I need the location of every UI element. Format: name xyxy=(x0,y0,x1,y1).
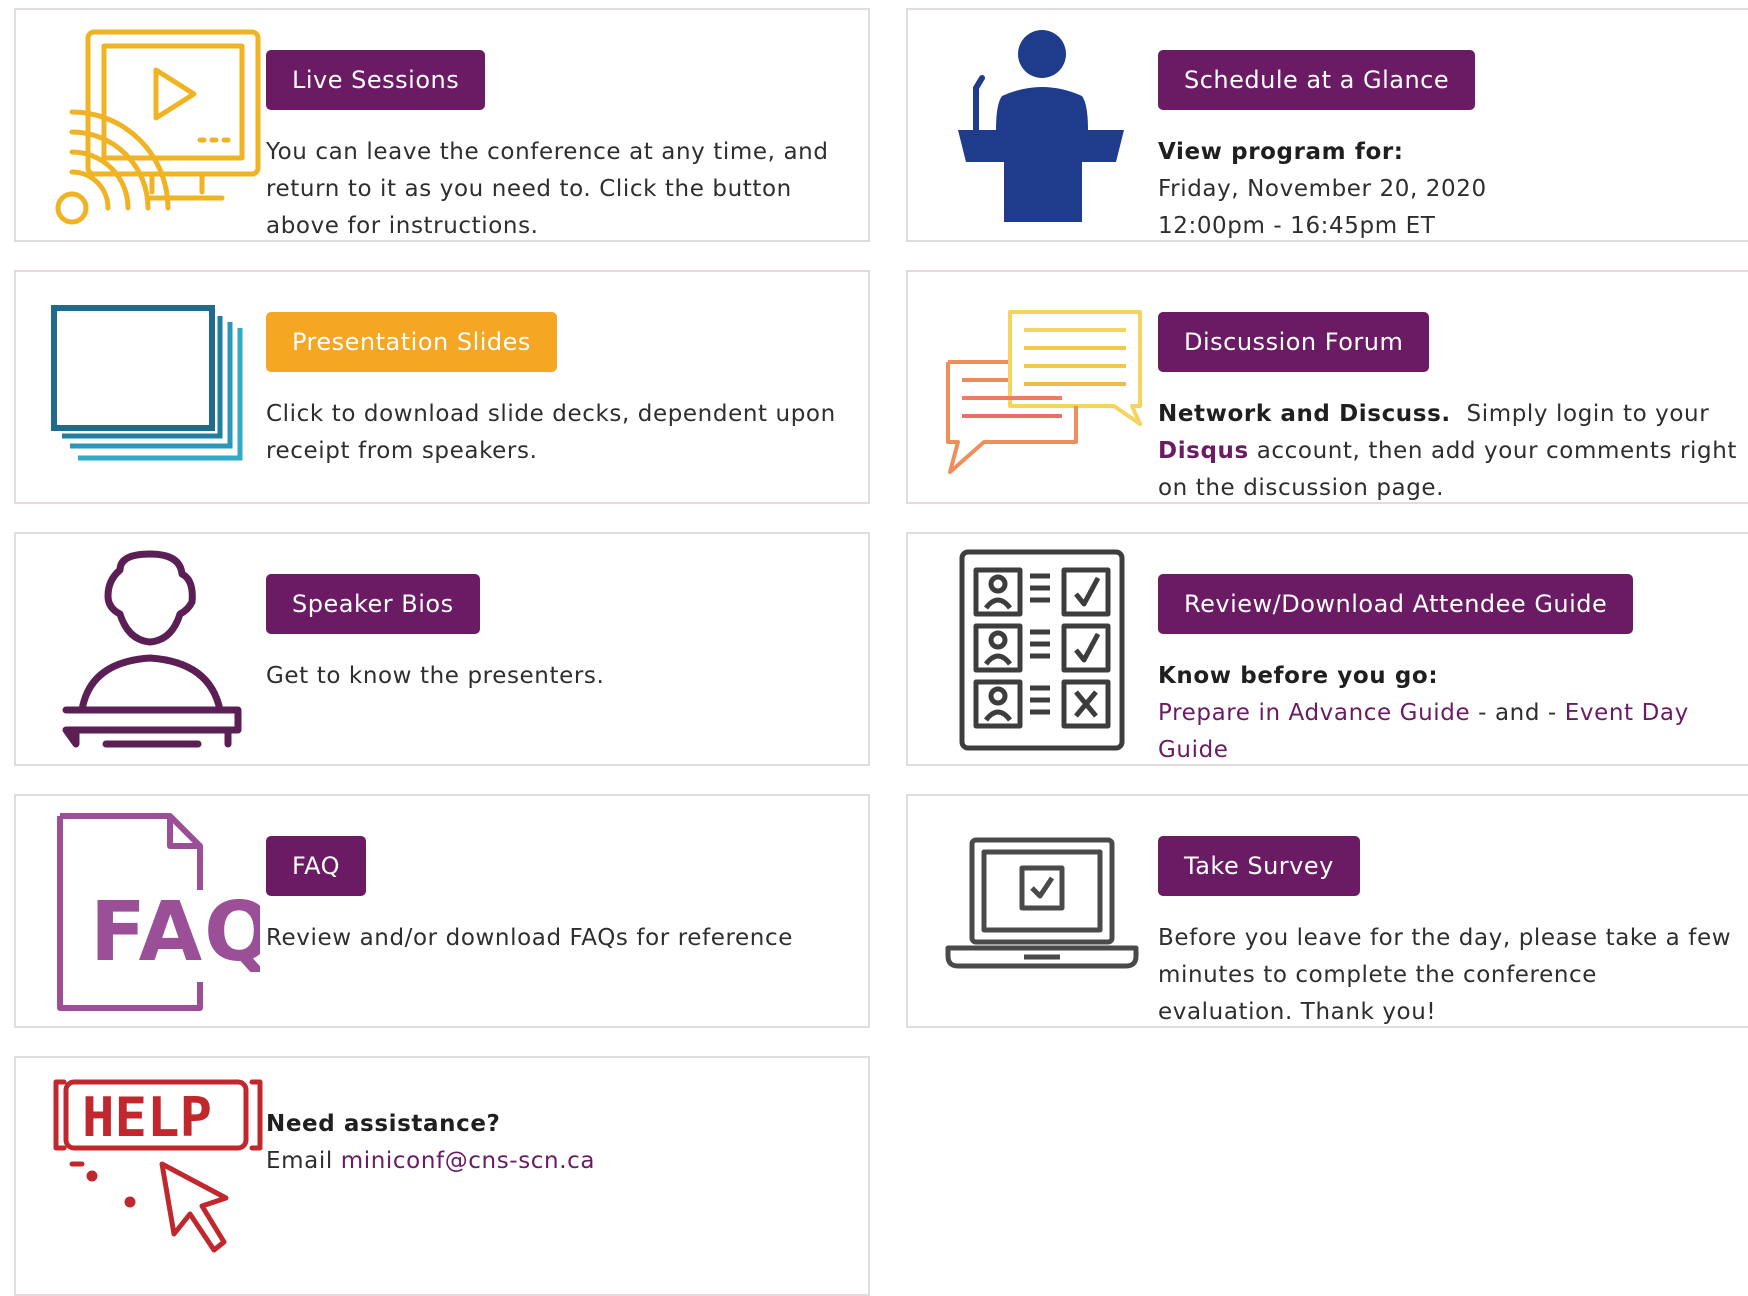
program-time: 12:00pm - 16:45pm ET xyxy=(1158,213,1436,239)
help-email-link[interactable]: miniconf@cns-scn.ca xyxy=(341,1148,595,1174)
help-email-line: Email miniconf@cns-scn.ca xyxy=(266,1143,846,1180)
card-live-sessions: Live Sessions You can leave the conferen… xyxy=(14,8,870,242)
live-stream-monitor-icon xyxy=(52,26,262,226)
laptop-checkbox-icon xyxy=(944,836,1140,976)
take-survey-button[interactable]: Take Survey xyxy=(1158,836,1360,896)
guide-description: Know before you go: Prepare in Advance G… xyxy=(1158,658,1748,769)
survey-description: Before you leave for the day, please tak… xyxy=(1158,925,1732,1025)
faq-description: Review and/or download FAQs for referenc… xyxy=(266,925,793,951)
card-speaker-bios: Speaker Bios Get to know the presenters. xyxy=(14,532,870,766)
faq-button[interactable]: FAQ xyxy=(266,836,366,896)
guide-heading: Know before you go: xyxy=(1158,663,1439,689)
prepare-in-advance-link[interactable]: Prepare in Advance Guide xyxy=(1158,700,1470,726)
svg-text:FAQ: FAQ xyxy=(90,885,260,980)
help-cursor-icon: HELP xyxy=(52,1078,264,1260)
card-schedule: Schedule at a Glance View program for: F… xyxy=(906,8,1748,242)
live-sessions-button[interactable]: Live Sessions xyxy=(266,50,486,110)
presentation-slides-button[interactable]: Presentation Slides xyxy=(266,312,557,372)
checklist-icon xyxy=(958,548,1126,752)
slides-stack-icon xyxy=(50,302,250,470)
chat-bubbles-icon xyxy=(944,308,1144,480)
faq-document-icon: FAQ xyxy=(56,812,260,1012)
svg-text:HELP: HELP xyxy=(82,1086,212,1149)
bios-description: Get to know the presenters. xyxy=(266,663,605,689)
presenter-icon xyxy=(62,550,242,750)
schedule-button[interactable]: Schedule at a Glance xyxy=(1158,50,1476,110)
card-help: HELP Need assistance? Email miniconf@cns… xyxy=(14,1056,870,1296)
program-date: Friday, November 20, 2020 xyxy=(1158,176,1487,202)
speaker-bios-button[interactable]: Speaker Bios xyxy=(266,574,480,634)
program-heading: View program for: xyxy=(1158,139,1404,165)
card-attendee-guide: Review/Download Attendee Guide Know befo… xyxy=(906,532,1748,766)
help-heading: Need assistance? xyxy=(266,1111,501,1137)
card-discussion-forum: Discussion Forum Network and Discuss. Si… xyxy=(906,270,1748,504)
forum-lead: Network and Discuss. xyxy=(1158,401,1451,427)
slides-description: Click to download slide decks, dependent… xyxy=(266,401,836,464)
card-faq: FAQ FAQ Review and/or download FAQs for … xyxy=(14,794,870,1028)
forum-description: Network and Discuss. Simply login to you… xyxy=(1158,396,1748,507)
email-label: Email xyxy=(266,1148,333,1174)
attendee-guide-button[interactable]: Review/Download Attendee Guide xyxy=(1158,574,1634,634)
live-sessions-description: You can leave the conference at any time… xyxy=(266,139,829,239)
schedule-info: View program for: Friday, November 20, 2… xyxy=(1158,134,1748,245)
card-take-survey: Take Survey Before you leave for the day… xyxy=(906,794,1748,1028)
card-presentation-slides: Presentation Slides Click to download sl… xyxy=(14,270,870,504)
speaker-podium-icon xyxy=(956,26,1126,226)
forum-text-1: Simply login to your xyxy=(1466,401,1710,427)
guide-separator: - and - xyxy=(1478,700,1557,726)
guide-links: Prepare in Advance Guide - and - Event D… xyxy=(1158,695,1748,769)
help-info: Need assistance? Email miniconf@cns-scn.… xyxy=(266,1106,846,1180)
discussion-forum-button[interactable]: Discussion Forum xyxy=(1158,312,1430,372)
disqus-link[interactable]: Disqus xyxy=(1158,438,1249,464)
